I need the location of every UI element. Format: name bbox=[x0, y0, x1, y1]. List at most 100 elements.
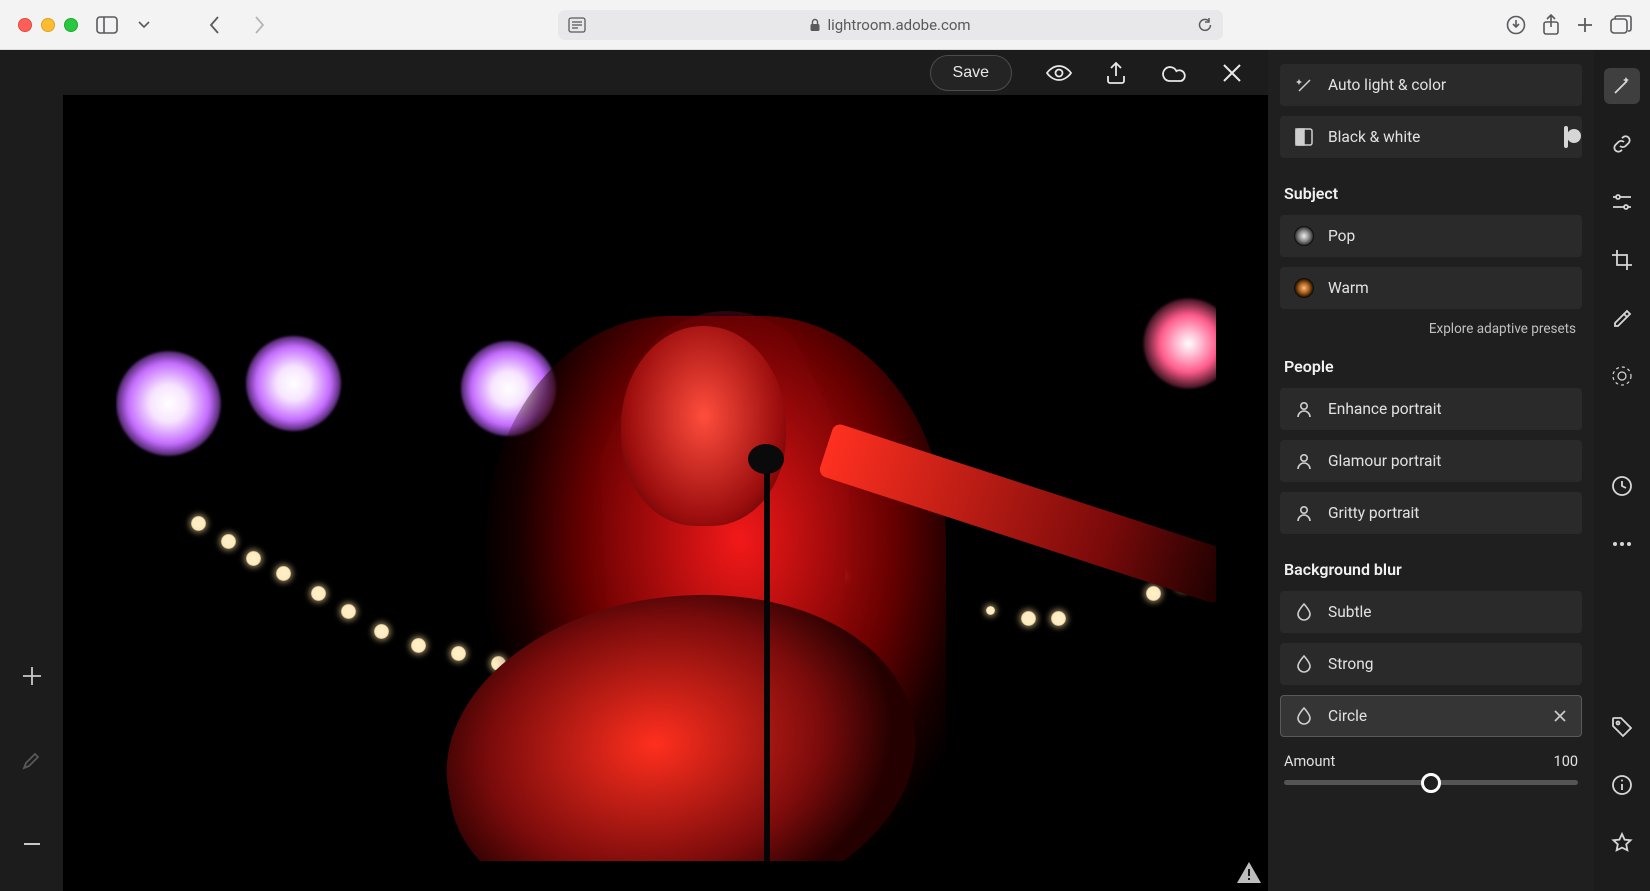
history-tool[interactable] bbox=[1604, 468, 1640, 504]
preset-label: Circle bbox=[1328, 707, 1367, 725]
mic-stand bbox=[764, 461, 770, 861]
preset-blur-circle[interactable]: Circle bbox=[1280, 695, 1582, 737]
sparkle-icon bbox=[1294, 75, 1314, 95]
preset-label: Glamour portrait bbox=[1328, 452, 1441, 470]
drop-icon bbox=[1294, 706, 1314, 726]
forward-button[interactable] bbox=[244, 10, 274, 40]
tool-rail bbox=[1594, 50, 1650, 891]
amount-slider[interactable]: Amount 100 bbox=[1280, 747, 1582, 785]
explore-presets-link[interactable]: Explore adaptive presets bbox=[1280, 321, 1576, 337]
preset-blur-subtle[interactable]: Subtle bbox=[1280, 591, 1582, 633]
bokeh-icon bbox=[986, 606, 995, 615]
black-white-label: Black & white bbox=[1328, 128, 1420, 146]
clear-preset-button[interactable] bbox=[1549, 705, 1571, 727]
reload-icon[interactable] bbox=[1197, 17, 1213, 33]
bokeh-icon bbox=[341, 604, 356, 619]
healing-tool[interactable] bbox=[1604, 300, 1640, 336]
window-controls[interactable] bbox=[18, 18, 78, 32]
preset-blur-strong[interactable]: Strong bbox=[1280, 643, 1582, 685]
black-white-toggle-row[interactable]: Black & white bbox=[1280, 116, 1582, 158]
left-rail bbox=[0, 50, 63, 891]
bw-icon bbox=[1294, 127, 1314, 147]
amount-value: 100 bbox=[1554, 753, 1578, 770]
magic-wand-tool[interactable] bbox=[1604, 68, 1640, 104]
link-tool[interactable] bbox=[1604, 126, 1640, 162]
chevron-down-icon[interactable] bbox=[136, 10, 152, 40]
preset-thumb-icon bbox=[1294, 278, 1314, 298]
preset-thumb-icon bbox=[1294, 226, 1314, 246]
bokeh-icon bbox=[374, 624, 389, 639]
preset-pop[interactable]: Pop bbox=[1280, 215, 1582, 257]
drop-icon bbox=[1294, 654, 1314, 674]
close-icon[interactable] bbox=[1222, 63, 1242, 83]
microphone bbox=[748, 444, 784, 474]
people-heading: People bbox=[1284, 357, 1578, 376]
minimize-window-icon[interactable] bbox=[41, 18, 55, 32]
auto-light-color-button[interactable]: Auto light & color bbox=[1280, 64, 1582, 106]
slider-handle[interactable] bbox=[1421, 773, 1441, 793]
bokeh-icon bbox=[1051, 611, 1066, 626]
lock-icon bbox=[809, 18, 821, 32]
close-window-icon[interactable] bbox=[18, 18, 32, 32]
radial-mask-tool[interactable] bbox=[1604, 358, 1640, 394]
url-bar[interactable]: lightroom.adobe.com bbox=[558, 10, 1223, 40]
preset-warm[interactable]: Warm bbox=[1280, 267, 1582, 309]
minus-button[interactable] bbox=[15, 827, 49, 861]
tab-overview-icon[interactable] bbox=[1610, 15, 1632, 35]
preset-glamour-portrait[interactable]: Glamour portrait bbox=[1280, 440, 1582, 482]
reader-mode-icon[interactable] bbox=[568, 17, 586, 33]
save-button[interactable]: Save bbox=[930, 55, 1012, 91]
warning-icon[interactable] bbox=[1236, 861, 1262, 885]
subject-heading: Subject bbox=[1284, 184, 1578, 203]
export-icon[interactable] bbox=[1106, 61, 1126, 85]
brush-button[interactable] bbox=[15, 743, 49, 777]
stage-light-icon bbox=[116, 351, 221, 456]
bokeh-icon bbox=[221, 534, 236, 549]
add-button[interactable] bbox=[15, 659, 49, 693]
sliders-tool[interactable] bbox=[1604, 184, 1640, 220]
back-button[interactable] bbox=[200, 10, 230, 40]
bokeh-icon bbox=[1146, 586, 1161, 601]
bokeh-icon bbox=[276, 566, 291, 581]
preset-pop-label: Pop bbox=[1328, 227, 1355, 245]
bgblur-heading: Background blur bbox=[1284, 560, 1578, 579]
sidebar-toggle-button[interactable] bbox=[92, 10, 122, 40]
tag-tool[interactable] bbox=[1604, 709, 1640, 745]
stage-light-icon bbox=[1143, 298, 1216, 388]
bokeh-icon bbox=[311, 586, 326, 601]
drop-icon bbox=[1294, 602, 1314, 622]
slider-track[interactable] bbox=[1284, 780, 1578, 785]
more-tool[interactable] bbox=[1604, 526, 1640, 562]
browser-chrome: lightroom.adobe.com bbox=[0, 0, 1650, 50]
preset-label: Strong bbox=[1328, 655, 1373, 673]
person-icon bbox=[1294, 503, 1314, 523]
preset-gritty-portrait[interactable]: Gritty portrait bbox=[1280, 492, 1582, 534]
share-icon[interactable] bbox=[1542, 14, 1560, 36]
auto-light-color-label: Auto light & color bbox=[1328, 76, 1446, 94]
preset-enhance-portrait[interactable]: Enhance portrait bbox=[1280, 388, 1582, 430]
star-tool[interactable] bbox=[1604, 825, 1640, 861]
preset-label: Enhance portrait bbox=[1328, 400, 1442, 418]
preset-label: Subtle bbox=[1328, 603, 1372, 621]
info-tool[interactable] bbox=[1604, 767, 1640, 803]
bokeh-icon bbox=[191, 516, 206, 531]
cloud-icon[interactable] bbox=[1160, 63, 1188, 83]
preset-warm-label: Warm bbox=[1328, 279, 1369, 297]
preset-label: Gritty portrait bbox=[1328, 504, 1419, 522]
amount-label: Amount bbox=[1284, 753, 1335, 770]
crop-tool[interactable] bbox=[1604, 242, 1640, 278]
person-icon bbox=[1294, 399, 1314, 419]
bokeh-icon bbox=[246, 551, 261, 566]
stage-light-icon bbox=[246, 336, 341, 431]
app-top-bar: Save bbox=[63, 50, 1268, 96]
edit-panel: Auto light & color Black & white Subject… bbox=[1268, 50, 1594, 891]
bokeh-icon bbox=[451, 646, 466, 661]
preview-icon[interactable] bbox=[1046, 64, 1072, 82]
maximize-window-icon[interactable] bbox=[64, 18, 78, 32]
new-tab-icon[interactable] bbox=[1576, 16, 1594, 34]
editor-stage[interactable] bbox=[63, 96, 1268, 891]
bokeh-icon bbox=[1021, 611, 1036, 626]
downloads-icon[interactable] bbox=[1506, 15, 1526, 35]
photo-canvas[interactable] bbox=[116, 126, 1216, 861]
black-white-toggle[interactable] bbox=[1564, 128, 1568, 146]
